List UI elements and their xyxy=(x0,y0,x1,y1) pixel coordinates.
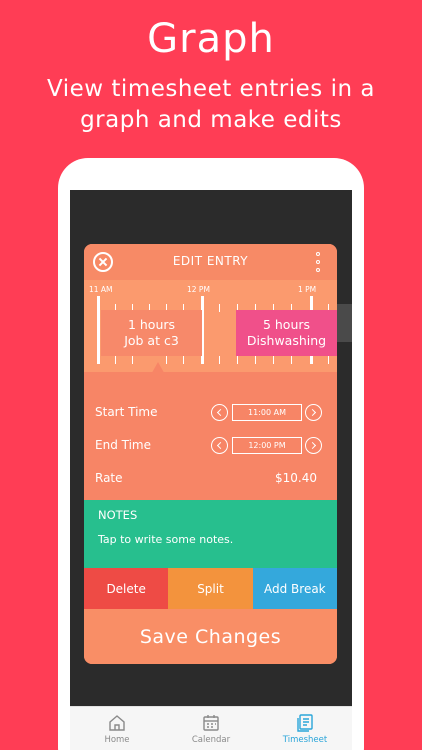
timeline-entry-dishwashing[interactable]: 5 hours Dishwashing xyxy=(236,310,337,356)
rate-row[interactable]: Rate $10.40 xyxy=(84,468,337,490)
timeline-hour-tick xyxy=(97,296,100,364)
timeline-tick xyxy=(219,356,220,364)
end-time-value[interactable]: 12:00 PM xyxy=(232,437,302,454)
end-time-row: End Time 12:00 PM xyxy=(84,435,337,457)
timeline-entry-job[interactable]: 1 hours Job at c3 xyxy=(101,310,202,356)
edit-entry-card: EDIT ENTRY 11 AM 12 PM 1 PM 1 hours Job … xyxy=(84,244,337,664)
delete-button[interactable]: Delete xyxy=(84,568,169,609)
entry-name: Dishwashing xyxy=(246,333,327,348)
add-break-button[interactable]: Add Break xyxy=(252,568,337,609)
timeline-tick xyxy=(219,304,220,312)
tab-timesheet-label: Timesheet xyxy=(282,735,328,745)
notes-heading: NOTES xyxy=(98,508,138,522)
start-time-row: Start Time 11:00 AM xyxy=(84,402,337,424)
timesheet-icon xyxy=(297,714,313,732)
end-time-increment-icon[interactable] xyxy=(305,437,322,454)
start-time-label: Start Time xyxy=(95,405,158,419)
timeline-tick xyxy=(328,356,329,364)
end-time-label: End Time xyxy=(95,438,151,452)
timeline-tick xyxy=(291,356,292,364)
home-icon xyxy=(109,715,125,731)
entry-hours: 1 hours xyxy=(127,317,176,332)
rate-label: Rate xyxy=(95,471,123,485)
kebab-menu-icon[interactable] xyxy=(315,252,321,272)
rate-value: $10.40 xyxy=(275,471,317,485)
start-time-decrement-icon[interactable] xyxy=(211,404,228,421)
entry-actions: Delete Split Add Break xyxy=(84,568,337,609)
tab-calendar[interactable]: Calendar xyxy=(164,707,258,750)
tab-timesheet[interactable]: Timesheet xyxy=(258,707,352,750)
timeline-graph[interactable]: 11 AM 12 PM 1 PM 1 hours Job at c3 5 hou… xyxy=(84,280,337,372)
timeline-tick xyxy=(237,356,238,364)
entry-name: Job at c3 xyxy=(124,333,179,348)
edit-entry-title: EDIT ENTRY xyxy=(172,254,249,268)
timeline-label-12pm: 12 PM xyxy=(187,285,210,294)
end-time-decrement-icon[interactable] xyxy=(211,437,228,454)
promo-subline: View timesheet entries in a graph and ma… xyxy=(47,76,375,133)
selected-entry-pointer xyxy=(140,362,176,394)
split-button[interactable]: Split xyxy=(168,568,253,609)
save-changes-button[interactable]: Save Changes xyxy=(84,609,337,664)
timeline-label-1pm: 1 PM xyxy=(298,285,317,294)
tab-bar: Home Calendar Timesheet xyxy=(70,706,352,750)
timeline-tick xyxy=(255,356,256,364)
timeline-tick xyxy=(115,356,116,364)
timeline-label-11am: 11 AM xyxy=(89,285,113,294)
timeline-tick xyxy=(183,356,184,364)
timeline-tick xyxy=(132,356,133,364)
tab-calendar-label: Calendar xyxy=(191,735,231,745)
start-time-value[interactable]: 11:00 AM xyxy=(232,404,302,421)
background-entry-edge xyxy=(336,304,352,342)
entry-hours: 5 hours xyxy=(262,317,311,332)
calendar-icon xyxy=(203,715,219,731)
edit-entry-header: EDIT ENTRY xyxy=(84,244,337,280)
notes-placeholder: Tap to write some notes. xyxy=(98,533,234,546)
start-time-increment-icon[interactable] xyxy=(305,404,322,421)
tab-home-label: Home xyxy=(104,735,130,745)
timeline-tick xyxy=(273,356,274,364)
notes-section[interactable]: NOTES Tap to write some notes. xyxy=(84,500,337,568)
tab-home[interactable]: Home xyxy=(70,707,164,750)
promo-headline: Graph xyxy=(147,16,275,62)
